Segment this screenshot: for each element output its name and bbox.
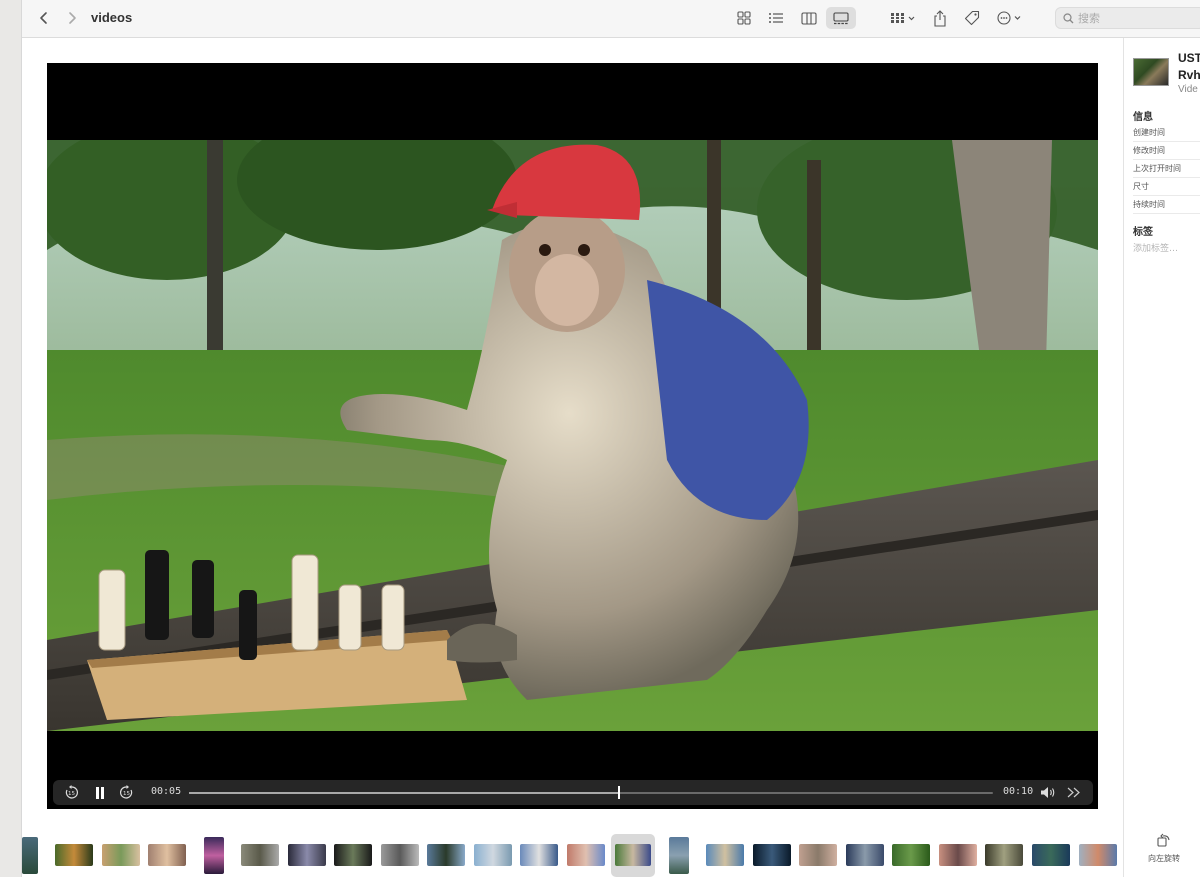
info-duration: 持续时间: [1133, 199, 1200, 214]
info-heading: 信息: [1133, 112, 1153, 123]
filmstrip-thumbnail[interactable]: [102, 844, 140, 866]
more-icon: [997, 11, 1021, 25]
video-preview[interactable]: 15 15 00:05 00:10: [47, 63, 1098, 809]
tags-heading: 标签: [1133, 227, 1153, 238]
pause-icon: [95, 786, 104, 799]
rotate-left-label: 向左旋转: [1148, 854, 1180, 863]
skip-forward-15-button[interactable]: 15: [118, 784, 135, 801]
share-button[interactable]: [928, 7, 952, 29]
add-tag-field[interactable]: 添加标签…: [1133, 241, 1178, 254]
filmstrip-thumbnail[interactable]: [520, 844, 558, 866]
skip-forward-icon: 15: [120, 785, 133, 799]
column-view-icon: [801, 11, 817, 25]
filmstrip-thumbnail[interactable]: [22, 837, 38, 874]
filmstrip-thumbnail[interactable]: [381, 844, 419, 866]
filmstrip-thumbnail[interactable]: [799, 844, 837, 866]
info-created: 创建时间: [1133, 127, 1200, 142]
search-field[interactable]: [1055, 7, 1200, 29]
info-dimensions: 尺寸: [1133, 181, 1200, 196]
filmstrip-thumbnail[interactable]: [148, 844, 186, 866]
filmstrip-thumbnail-selected[interactable]: [615, 844, 651, 866]
icon-view-icon: [737, 11, 751, 25]
share-icon: [934, 9, 946, 27]
file-name: UST Rvh: [1178, 51, 1200, 82]
background-window-edge: [0, 0, 22, 877]
playback-controls: 15 15 00:05 00:10: [53, 780, 1093, 805]
skip-back-15-button[interactable]: 15: [63, 784, 80, 801]
list-view-button[interactable]: [763, 7, 789, 29]
icon-view-button[interactable]: [731, 7, 757, 29]
info-last-opened: 上次打开时间: [1133, 163, 1200, 178]
chevron-right-icon: [69, 12, 76, 24]
column-view-button[interactable]: [796, 7, 822, 29]
pause-button[interactable]: [91, 784, 108, 801]
forward-button[interactable]: [62, 8, 82, 28]
filmstrip-thumbnail[interactable]: [204, 837, 224, 874]
svg-text:15: 15: [68, 791, 75, 797]
filmstrip-thumbnail[interactable]: [55, 844, 93, 866]
filmstrip-thumbnail[interactable]: [985, 844, 1023, 866]
gallery-view-button[interactable]: [826, 7, 856, 29]
info-modified: 修改时间: [1133, 145, 1200, 160]
filmstrip-thumbnail[interactable]: [567, 844, 605, 866]
file-kind: Vide: [1178, 84, 1198, 95]
tag-button[interactable]: [960, 7, 984, 29]
filmstrip-thumbnail[interactable]: [241, 844, 279, 866]
more-controls-button[interactable]: [1065, 784, 1083, 801]
folder-title: videos: [91, 10, 133, 25]
filmstrip-thumbnail[interactable]: [334, 844, 372, 866]
filmstrip-thumbnail[interactable]: [669, 837, 689, 874]
scrubber-playhead[interactable]: [618, 786, 621, 799]
filmstrip-thumbnail[interactable]: [706, 844, 744, 866]
scrubber-track[interactable]: [189, 792, 993, 794]
volume-icon: [1040, 787, 1054, 798]
rotate-left-button[interactable]: 向左旋转: [1144, 833, 1184, 864]
filmstrip-thumbnail[interactable]: [474, 844, 512, 866]
scrubber-progress: [189, 792, 620, 794]
chevron-left-icon: [40, 12, 47, 24]
skip-back-icon: 15: [65, 785, 78, 799]
gallery-view-icon: [833, 11, 849, 24]
search-input[interactable]: [1078, 10, 1198, 26]
back-button[interactable]: [34, 8, 54, 28]
tag-icon: [964, 10, 980, 26]
total-time: 00:10: [1003, 786, 1034, 797]
filmstrip-thumbnail[interactable]: [939, 844, 977, 866]
search-icon: [1063, 13, 1074, 24]
video-frame-image: [47, 140, 1098, 731]
current-time: 00:05: [151, 786, 182, 797]
filmstrip-thumbnail[interactable]: [1032, 844, 1070, 866]
filmstrip: [22, 830, 1122, 877]
svg-text:15: 15: [123, 791, 130, 797]
filmstrip-thumbnail[interactable]: [753, 844, 791, 866]
filmstrip-thumbnail[interactable]: [892, 844, 930, 866]
more-actions-button[interactable]: [994, 7, 1028, 29]
filmstrip-thumbnail[interactable]: [427, 844, 465, 866]
filmstrip-thumbnail[interactable]: [288, 844, 326, 866]
volume-button[interactable]: [1038, 784, 1058, 801]
inspector-panel: UST Rvh Vide 信息 创建时间 修改时间 上次打开时间 尺寸 持续时间…: [1123, 38, 1200, 877]
double-chevron-right-icon: [1067, 787, 1080, 798]
file-preview-thumbnail: [1133, 58, 1169, 86]
filmstrip-thumbnail[interactable]: [1079, 844, 1117, 866]
group-button[interactable]: [886, 7, 920, 29]
group-icon: [891, 13, 915, 23]
rotate-left-icon: [1157, 833, 1170, 847]
list-view-icon: [769, 13, 783, 23]
finder-window: videos 搜索 15 15 00:05 00:10 UST Rvh Vide…: [22, 0, 1200, 877]
filmstrip-thumbnail[interactable]: [846, 844, 884, 866]
toolbar: videos: [22, 0, 1200, 38]
